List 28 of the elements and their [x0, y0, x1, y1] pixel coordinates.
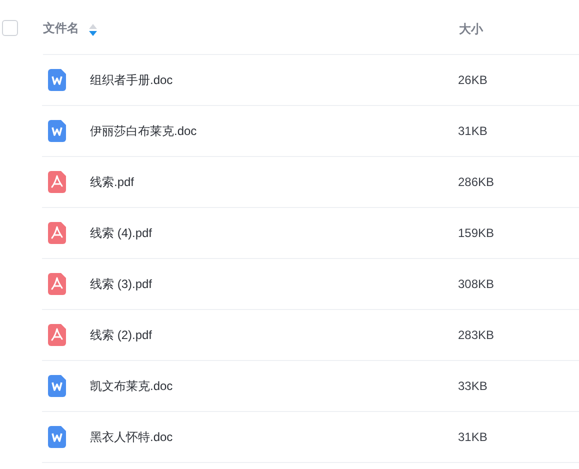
file-name[interactable]: 凯文布莱克.doc [90, 378, 173, 394]
word-document-icon [48, 375, 66, 397]
pdf-document-icon [48, 273, 66, 295]
pdf-document-icon [48, 324, 66, 346]
word-document-icon [48, 120, 66, 142]
file-size: 33KB [458, 379, 488, 393]
file-size: 159KB [458, 226, 494, 240]
file-size: 31KB [458, 124, 488, 138]
file-name[interactable]: 线索 (2).pdf [90, 326, 152, 344]
file-name[interactable]: 黑衣人怀特.doc [90, 428, 173, 446]
word-document-icon [48, 426, 66, 448]
file-size: 308KB [458, 277, 494, 291]
select-all-checkbox[interactable] [2, 20, 18, 36]
file-name[interactable]: 伊丽莎白布莱克.doc [90, 122, 197, 140]
file-name[interactable]: 线索 (3).pdf [90, 276, 152, 292]
file-size: 26KB [458, 73, 488, 87]
file-name[interactable]: 组织者手册.doc [90, 72, 173, 88]
word-document-icon [48, 69, 66, 91]
file-size: 286KB [458, 175, 494, 189]
column-header[interactable]: 文件名 [43, 20, 79, 37]
file-name[interactable]: 线索 (4).pdf [90, 224, 152, 242]
column-header[interactable]: 大小 [459, 22, 483, 36]
file-size: 31KB [458, 430, 488, 444]
pdf-document-icon [48, 171, 66, 193]
file-size: 283KB [458, 328, 494, 342]
sort-icon[interactable] [89, 24, 97, 36]
pdf-document-icon [48, 222, 66, 244]
file-name[interactable]: 线索.pdf [90, 174, 134, 190]
